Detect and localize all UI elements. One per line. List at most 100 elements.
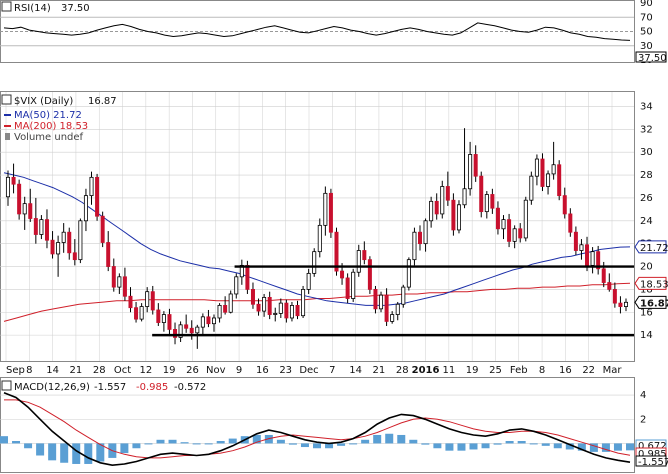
- x-axis-label: 16: [559, 365, 572, 376]
- price-y-tick-label: 20: [640, 262, 653, 273]
- x-axis-label: 28: [396, 365, 409, 376]
- candle-down: [373, 288, 378, 310]
- x-axis-label: Sep: [6, 365, 25, 376]
- candle-down: [495, 207, 500, 230]
- candle-up: [529, 175, 534, 201]
- candle-down: [479, 175, 484, 213]
- candle-down: [106, 242, 111, 267]
- candle-up: [195, 326, 200, 334]
- macd-signal-value: -0.985: [136, 382, 168, 393]
- macd-hist-bar: [457, 443, 466, 451]
- candle-down: [267, 296, 272, 315]
- macd-hist-bar: [168, 439, 177, 444]
- x-axis-label: 12: [139, 365, 152, 376]
- candle-down: [250, 288, 255, 305]
- rsi-y-tick-label: 50: [640, 27, 653, 38]
- candle-down: [189, 327, 194, 334]
- candle-down: [134, 307, 139, 320]
- candle-down: [540, 158, 545, 187]
- candle-up: [401, 286, 406, 305]
- candle-up: [234, 276, 239, 295]
- candle-down: [562, 195, 567, 215]
- candle-up: [546, 173, 551, 187]
- candle-up: [579, 244, 584, 251]
- macd-hist-bar: [493, 443, 502, 445]
- candle-up: [289, 304, 294, 319]
- price-y-tick-label: 28: [640, 170, 653, 181]
- legend-toggle-icon[interactable]: [1, 1, 12, 12]
- x-axis-label: 22: [582, 365, 595, 376]
- candle-up: [301, 288, 306, 317]
- x-axis-label: Oct: [114, 365, 131, 376]
- candle-down: [585, 244, 590, 266]
- ma200-legend: MA(200) 18.53: [14, 121, 88, 132]
- x-axis-label: 14: [349, 365, 362, 376]
- candle-down: [284, 302, 289, 319]
- candle-up: [462, 188, 467, 206]
- candle-up: [273, 313, 278, 315]
- candle-down: [67, 231, 72, 254]
- candle-down: [11, 176, 16, 185]
- macd-hist-bar: [276, 439, 285, 444]
- rsi-y-tick-label: 90: [640, 0, 653, 9]
- candle-down: [367, 259, 372, 290]
- candle-up: [429, 200, 434, 222]
- macd-hist-bar: [349, 443, 358, 445]
- candle-down: [72, 252, 77, 261]
- candle-up: [551, 164, 556, 175]
- candle-down: [362, 250, 367, 261]
- price-y-tick-label: 26: [640, 193, 653, 204]
- candle-down: [156, 309, 161, 323]
- candle-down: [44, 219, 49, 241]
- macd-hist-bar: [84, 443, 93, 464]
- candle-up: [351, 271, 356, 299]
- macd-hist-bar: [120, 443, 129, 454]
- candle-down: [473, 154, 478, 177]
- x-axis-label: 21: [70, 365, 83, 376]
- candle-down: [601, 268, 606, 283]
- legend-toggle-icon[interactable]: [1, 94, 12, 105]
- candle-up: [117, 276, 122, 288]
- macd-hist-bar: [541, 443, 550, 446]
- macd-hist-bar: [469, 443, 478, 450]
- volume-legend-swatch: [5, 133, 10, 140]
- macd-hist-bar: [60, 443, 69, 463]
- macd-hist-bar: [24, 443, 33, 449]
- x-axis-label: 19: [163, 365, 176, 376]
- macd-hist-bar: [300, 443, 309, 448]
- candle-down: [607, 282, 612, 290]
- macd-y-tick-label: 4: [640, 390, 646, 401]
- rsi-value: 37.50: [61, 3, 90, 14]
- x-axis-label: 21: [373, 365, 386, 376]
- candle-up: [590, 251, 595, 266]
- candle-up: [468, 154, 473, 190]
- candle-down: [345, 277, 350, 299]
- macd-hist-bar: [421, 443, 430, 445]
- x-axis-label: 8: [26, 365, 32, 376]
- candle-down: [50, 239, 55, 255]
- candle-up: [501, 219, 506, 230]
- candle-down: [573, 231, 578, 251]
- macd-hist-bar: [144, 443, 153, 445]
- candle-up: [317, 224, 322, 253]
- candle-up: [278, 302, 283, 314]
- ma50-tag-text: 21.72: [640, 243, 668, 254]
- rsi-last-tag-text: 37.50: [638, 53, 667, 64]
- macd-hist-bar: [626, 443, 634, 451]
- macd-hist-bar: [385, 433, 394, 444]
- candle-up: [161, 314, 166, 323]
- candle-down: [245, 264, 250, 290]
- candle-up: [356, 250, 361, 273]
- macd-hist-bar: [204, 443, 213, 445]
- x-axis-label: Dec: [299, 365, 318, 376]
- x-axis-label: 2016: [412, 365, 440, 376]
- legend-toggle-icon[interactable]: [1, 380, 12, 391]
- candle-down: [167, 314, 172, 330]
- macd-panel: 42 MACD(12,26,9) -1.557 -0.985 -0.572 0.…: [0, 377, 668, 473]
- x-axis-label: 7: [329, 365, 335, 376]
- macd-hist-bar: [517, 441, 526, 444]
- candle-down: [100, 215, 105, 243]
- candle-down: [17, 183, 22, 215]
- macd-hist-bar: [72, 443, 81, 464]
- macd-hist-bar: [481, 443, 490, 449]
